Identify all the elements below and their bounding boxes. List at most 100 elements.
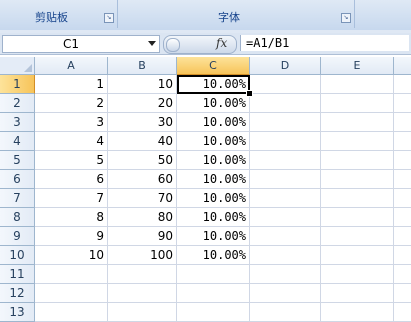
cell-c9[interactable]: 10.00% (177, 227, 250, 246)
column-header-overflow[interactable] (394, 57, 411, 75)
row-header-4[interactable]: 4 (0, 132, 35, 151)
cell-f10[interactable] (394, 246, 411, 265)
cell-c10[interactable]: 10.00% (177, 246, 250, 265)
cell-d8[interactable] (250, 208, 321, 227)
cell-c8[interactable]: 10.00% (177, 208, 250, 227)
expand-toggle-icon[interactable] (166, 38, 180, 52)
column-header-a[interactable]: A (35, 57, 108, 75)
cell-b9[interactable]: 90 (108, 227, 177, 246)
formula-input[interactable]: =A1/B1 (240, 35, 409, 51)
cell-b2[interactable]: 20 (108, 94, 177, 113)
insert-function-button[interactable]: fx (163, 35, 237, 54)
cell-c12[interactable] (177, 284, 250, 303)
clipboard-dialog-launcher-icon[interactable]: ↘ (104, 13, 114, 23)
cell-c3[interactable]: 10.00% (177, 113, 250, 132)
cell-a10[interactable]: 10 (35, 246, 108, 265)
cell-d6[interactable] (250, 170, 321, 189)
cell-f1[interactable] (394, 75, 411, 94)
cell-f2[interactable] (394, 94, 411, 113)
select-all-button[interactable] (0, 57, 35, 75)
cell-e11[interactable] (321, 265, 394, 284)
column-header-b[interactable]: B (108, 57, 177, 75)
cell-e10[interactable] (321, 246, 394, 265)
row-header-7[interactable]: 7 (0, 189, 35, 208)
cell-c6[interactable]: 10.00% (177, 170, 250, 189)
cell-d5[interactable] (250, 151, 321, 170)
cell-c4[interactable]: 10.00% (177, 132, 250, 151)
cell-d9[interactable] (250, 227, 321, 246)
cell-a4[interactable]: 4 (35, 132, 108, 151)
cell-c5[interactable]: 10.00% (177, 151, 250, 170)
cell-e8[interactable] (321, 208, 394, 227)
cell-e1[interactable] (321, 75, 394, 94)
cell-a6[interactable]: 6 (35, 170, 108, 189)
cell-e12[interactable] (321, 284, 394, 303)
cell-e9[interactable] (321, 227, 394, 246)
cell-b10[interactable]: 100 (108, 246, 177, 265)
cell-f4[interactable] (394, 132, 411, 151)
cell-f8[interactable] (394, 208, 411, 227)
cell-a2[interactable]: 2 (35, 94, 108, 113)
cell-a1[interactable]: 1 (35, 75, 108, 94)
row-header-12[interactable]: 12 (0, 284, 35, 303)
cell-a7[interactable]: 7 (35, 189, 108, 208)
cell-f9[interactable] (394, 227, 411, 246)
row-header-3[interactable]: 3 (0, 113, 35, 132)
cell-e13[interactable] (321, 303, 394, 322)
cell-a13[interactable] (35, 303, 108, 322)
row-header-5[interactable]: 5 (0, 151, 35, 170)
cell-b11[interactable] (108, 265, 177, 284)
cell-d11[interactable] (250, 265, 321, 284)
cell-f7[interactable] (394, 189, 411, 208)
cell-a5[interactable]: 5 (35, 151, 108, 170)
cell-f12[interactable] (394, 284, 411, 303)
cell-f5[interactable] (394, 151, 411, 170)
cell-a9[interactable]: 9 (35, 227, 108, 246)
cell-a8[interactable]: 8 (35, 208, 108, 227)
cell-d13[interactable] (250, 303, 321, 322)
cell-b8[interactable]: 80 (108, 208, 177, 227)
cell-b13[interactable] (108, 303, 177, 322)
row-header-6[interactable]: 6 (0, 170, 35, 189)
row-header-2[interactable]: 2 (0, 94, 35, 113)
cell-d7[interactable] (250, 189, 321, 208)
cell-e7[interactable] (321, 189, 394, 208)
cell-d10[interactable] (250, 246, 321, 265)
cell-f3[interactable] (394, 113, 411, 132)
cell-b6[interactable]: 60 (108, 170, 177, 189)
cell-d2[interactable] (250, 94, 321, 113)
cell-d12[interactable] (250, 284, 321, 303)
chevron-down-icon[interactable] (148, 41, 156, 46)
cell-b3[interactable]: 30 (108, 113, 177, 132)
column-header-d[interactable]: D (250, 57, 321, 75)
cell-c1[interactable]: 10.00% (177, 75, 250, 94)
cell-e4[interactable] (321, 132, 394, 151)
cell-d1[interactable] (250, 75, 321, 94)
column-header-c[interactable]: C (177, 57, 250, 75)
row-header-9[interactable]: 9 (0, 227, 35, 246)
cell-c13[interactable] (177, 303, 250, 322)
column-header-e[interactable]: E (321, 57, 394, 75)
cell-e5[interactable] (321, 151, 394, 170)
row-header-13[interactable]: 13 (0, 303, 35, 322)
cell-e2[interactable] (321, 94, 394, 113)
cell-d3[interactable] (250, 113, 321, 132)
cell-b12[interactable] (108, 284, 177, 303)
cell-b5[interactable]: 50 (108, 151, 177, 170)
cell-a11[interactable] (35, 265, 108, 284)
row-header-10[interactable]: 10 (0, 246, 35, 265)
cell-e3[interactable] (321, 113, 394, 132)
cell-b4[interactable]: 40 (108, 132, 177, 151)
cell-d4[interactable] (250, 132, 321, 151)
name-box[interactable]: C1 (2, 35, 160, 53)
cell-c2[interactable]: 10.00% (177, 94, 250, 113)
row-header-11[interactable]: 11 (0, 265, 35, 284)
cell-b7[interactable]: 70 (108, 189, 177, 208)
row-header-1[interactable]: 1 (0, 75, 35, 94)
row-header-8[interactable]: 8 (0, 208, 35, 227)
cell-c7[interactable]: 10.00% (177, 189, 250, 208)
cell-e6[interactable] (321, 170, 394, 189)
fill-handle[interactable] (246, 90, 253, 97)
font-dialog-launcher-icon[interactable]: ↘ (341, 13, 351, 23)
cell-b1[interactable]: 10 (108, 75, 177, 94)
